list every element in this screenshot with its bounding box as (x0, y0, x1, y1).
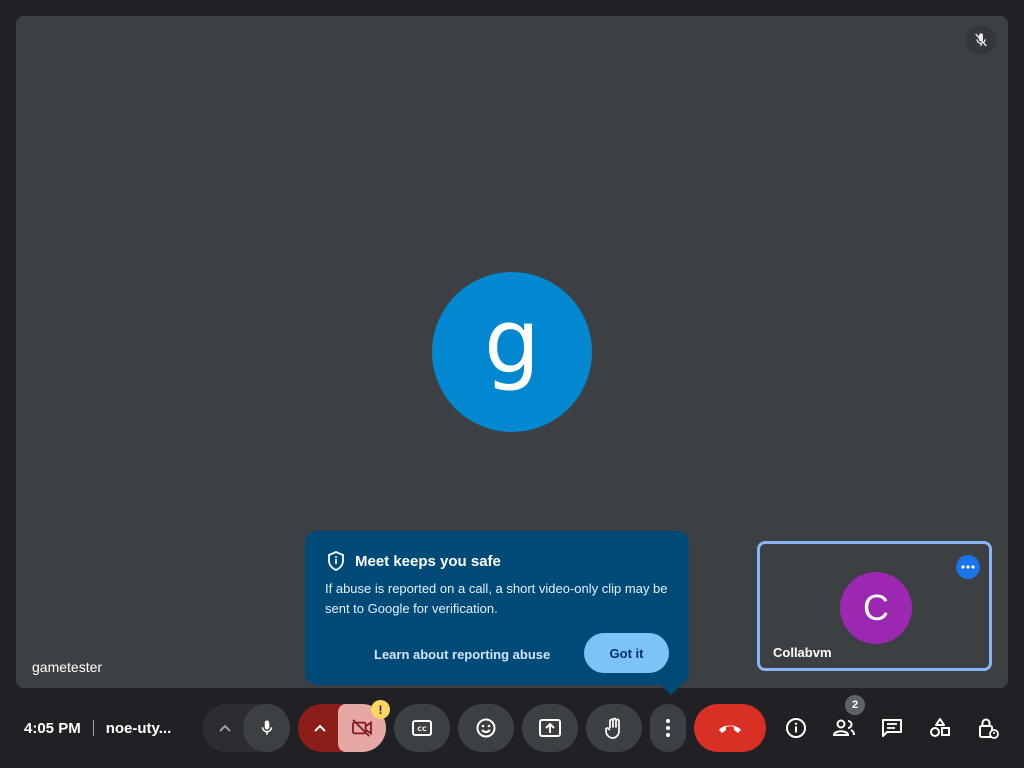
audio-options-button[interactable] (203, 704, 247, 752)
tooltip-body: If abuse is reported on a call, a short … (325, 581, 668, 616)
svg-text:CC: CC (417, 725, 427, 733)
self-initial: C (863, 587, 889, 628)
tooltip-title: Meet keeps you safe (355, 552, 501, 570)
people-count-badge: 2 (845, 695, 865, 715)
more-options-button[interactable] (650, 704, 686, 752)
chat-icon (882, 719, 902, 737)
raise-hand-button[interactable] (586, 704, 642, 752)
people-icon (832, 719, 855, 736)
present-button[interactable] (522, 704, 578, 752)
mic-icon (261, 720, 272, 735)
people-button[interactable] (828, 712, 860, 744)
clock-time: 4:05 PM (24, 719, 81, 737)
more-options-icon[interactable] (956, 555, 980, 579)
camera-warning-badge: ! (371, 700, 390, 719)
activities-shapes-icon (930, 718, 950, 737)
self-view-tile[interactable]: C Collabvm (757, 541, 992, 671)
reactions-button[interactable] (458, 704, 514, 752)
tooltip-header: Meet keeps you safe (327, 551, 501, 571)
video-options-button[interactable] (298, 704, 342, 752)
participant-name-label: gametester (32, 659, 103, 675)
info-icon (786, 718, 806, 738)
captions-button[interactable]: CC (394, 704, 450, 752)
divider (92, 720, 94, 736)
safety-tooltip: Meet keeps you safe If abuse is reported… (305, 531, 689, 695)
participant-avatar: g (432, 272, 592, 432)
emoji-icon (476, 718, 496, 738)
got-it-button[interactable]: Got it (584, 633, 669, 673)
mic-off-icon (966, 25, 996, 55)
hand-icon (605, 717, 620, 739)
closed-captions-icon: CC (412, 720, 432, 736)
chevron-up-icon (314, 724, 326, 732)
activities-button[interactable] (924, 712, 956, 744)
camera-off-icon (352, 719, 372, 737)
chevron-up-icon (219, 724, 231, 732)
shield-icon (328, 551, 344, 571)
phone-hangup-icon (719, 725, 741, 733)
lock-person-icon (979, 718, 999, 739)
self-avatar: C (840, 572, 912, 644)
present-screen-icon (539, 719, 561, 737)
learn-more-link[interactable]: Learn about reporting abuse (365, 643, 559, 666)
meeting-details-button[interactable] (780, 712, 812, 744)
self-name-label: Collabvm (773, 645, 832, 660)
host-controls-button[interactable] (972, 712, 1004, 744)
microphone-button[interactable] (243, 704, 290, 752)
end-call-button[interactable] (694, 704, 766, 752)
meeting-code[interactable]: noe-uty... (106, 720, 172, 737)
participant-initial: g (484, 290, 540, 393)
chat-button[interactable] (876, 712, 908, 744)
meeting-info: 4:05 PM noe-uty... (24, 718, 171, 738)
more-vert-icon (666, 719, 670, 737)
